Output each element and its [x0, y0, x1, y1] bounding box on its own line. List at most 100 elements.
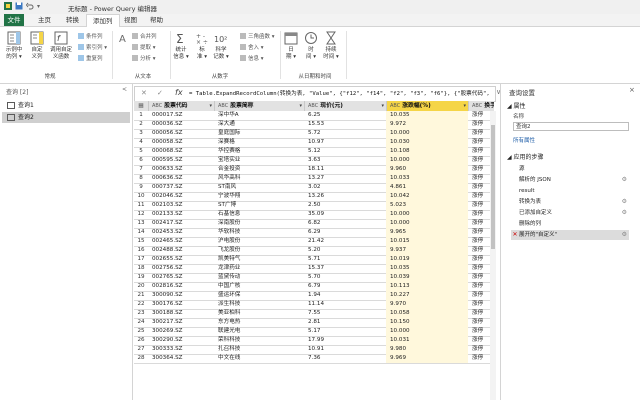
- table-cell[interactable]: 300217.SZ: [148, 318, 214, 327]
- table-cell[interactable]: 10.039: [386, 273, 468, 282]
- table-cell[interactable]: 10.031: [386, 336, 468, 345]
- table-cell[interactable]: 002133.SZ: [148, 210, 214, 219]
- table-row[interactable]: 28 300364.SZ 中文在线 7.36 9.969 涨停: [134, 354, 494, 364]
- formula-bar[interactable]: ✕ ✓ fx = Table.ExpandRecordColumn(转换为表, …: [134, 86, 496, 102]
- table-cell[interactable]: 000595.SZ: [148, 156, 214, 165]
- query-item[interactable]: 查询1: [2, 100, 130, 111]
- table-cell[interactable]: 002046.SZ: [148, 192, 214, 201]
- table-cell[interactable]: 合金投资: [214, 165, 304, 174]
- scientific-button[interactable]: 10² 科学 记数 ▾: [212, 31, 230, 61]
- table-menu-icon[interactable]: ▦: [134, 101, 148, 111]
- table-cell[interactable]: 荣科科技: [214, 336, 304, 345]
- standard-button[interactable]: + - × ÷ 标 准 ▾: [194, 31, 210, 61]
- table-cell[interactable]: 17.99: [304, 336, 386, 345]
- table-cell[interactable]: 002465.SZ: [148, 237, 214, 246]
- table-cell[interactable]: 宁波华翔: [214, 192, 304, 201]
- table-cell[interactable]: 300176.SZ: [148, 300, 214, 309]
- table-cell[interactable]: 10.97: [304, 138, 386, 147]
- column-from-examples-button[interactable]: 示例中 的列 ▾: [4, 31, 24, 61]
- table-cell[interactable]: ST广博: [214, 201, 304, 210]
- table-cell[interactable]: 9.965: [386, 228, 468, 237]
- table-cell[interactable]: 中文在线: [214, 354, 304, 363]
- tab-view[interactable]: 视图: [118, 14, 143, 26]
- table-cell[interactable]: 10.113: [386, 282, 468, 291]
- collapse-pane-icon[interactable]: <: [122, 86, 127, 93]
- table-cell[interactable]: 000056.SZ: [148, 129, 214, 138]
- table-cell[interactable]: 飞龙股份: [214, 246, 304, 255]
- table-cell[interactable]: 盛运环保: [214, 291, 304, 300]
- commit-formula-icon[interactable]: ✓: [157, 89, 163, 97]
- table-cell[interactable]: 蓝黛传动: [214, 273, 304, 282]
- column-header[interactable]: ABC 股票简称 ▾: [214, 101, 304, 111]
- table-cell[interactable]: 002103.SZ: [148, 201, 214, 210]
- table-cell[interactable]: 10.042: [386, 192, 468, 201]
- table-cell[interactable]: 10.019: [386, 255, 468, 264]
- table-cell[interactable]: 10.000: [386, 156, 468, 165]
- table-cell[interactable]: 300364.SZ: [148, 354, 214, 363]
- quick-access-dropdown-icon[interactable]: ▾: [37, 3, 40, 10]
- table-cell[interactable]: 10.91: [304, 345, 386, 354]
- table-cell[interactable]: 深赛格: [214, 138, 304, 147]
- tab-add-column[interactable]: 添加列: [86, 14, 120, 27]
- scrollbar-thumb[interactable]: [491, 125, 495, 249]
- table-cell[interactable]: 13.26: [304, 192, 386, 201]
- applied-step[interactable]: 解析的 JSON ⚙: [511, 175, 629, 185]
- table-cell[interactable]: 7.55: [304, 309, 386, 318]
- table-cell[interactable]: 6.29: [304, 228, 386, 237]
- table-cell[interactable]: 002816.SZ: [148, 282, 214, 291]
- query-item-selected[interactable]: 查询2: [2, 112, 130, 123]
- table-cell[interactable]: 10.000: [386, 219, 468, 228]
- properties-section-title[interactable]: ◢ 属性: [507, 101, 526, 110]
- formula-text[interactable]: = Table.ExpandRecordColumn(转换为表, "Value"…: [189, 89, 491, 97]
- column-filter-dropdown-icon[interactable]: ▾: [299, 101, 302, 111]
- table-cell[interactable]: 4.861: [386, 183, 468, 192]
- table-cell[interactable]: 9.969: [386, 354, 468, 363]
- table-cell[interactable]: 5.12: [304, 147, 386, 156]
- table-cell[interactable]: 000636.SZ: [148, 174, 214, 183]
- undo-icon[interactable]: [26, 2, 34, 10]
- column-header[interactable]: ABC 涨跌幅(%) ▾: [386, 101, 468, 111]
- table-cell[interactable]: 35.09: [304, 210, 386, 219]
- merge-columns-button[interactable]: 合并列: [132, 32, 157, 40]
- data-type-icon[interactable]: ABC: [218, 103, 228, 109]
- table-cell[interactable]: 6.25: [304, 111, 386, 120]
- data-type-icon[interactable]: ABC: [472, 103, 482, 109]
- step-settings-gear-icon[interactable]: ⚙: [622, 197, 627, 207]
- table-cell[interactable]: 5.023: [386, 201, 468, 210]
- table-cell[interactable]: 5.70: [304, 273, 386, 282]
- table-cell[interactable]: 000068.SZ: [148, 147, 214, 156]
- applied-step[interactable]: ✕展开的"自定义" ⚙: [511, 230, 629, 240]
- cancel-formula-icon[interactable]: ✕: [141, 89, 147, 97]
- information-button[interactable]: 信息 ▾: [240, 54, 264, 62]
- table-cell[interactable]: 000017.SZ: [148, 111, 214, 120]
- data-type-icon[interactable]: ABC: [152, 103, 162, 109]
- table-cell[interactable]: 派生科技: [214, 300, 304, 309]
- table-cell[interactable]: 10.000: [386, 129, 468, 138]
- conditional-column-button[interactable]: 条件列: [78, 32, 103, 40]
- table-cell[interactable]: 龙津药业: [214, 264, 304, 273]
- table-cell[interactable]: 002655.SZ: [148, 255, 214, 264]
- table-cell[interactable]: 15.53: [304, 120, 386, 129]
- applied-step[interactable]: 已添加自定义 ⚙: [511, 208, 629, 218]
- table-cell[interactable]: 9.937: [386, 246, 468, 255]
- table-cell[interactable]: 5.72: [304, 129, 386, 138]
- table-cell[interactable]: 2.81: [304, 318, 386, 327]
- table-cell[interactable]: 9.980: [386, 345, 468, 354]
- time-button[interactable]: 时 间 ▾: [304, 31, 318, 61]
- table-cell[interactable]: 10.108: [386, 147, 468, 156]
- table-cell[interactable]: 300333.SZ: [148, 345, 214, 354]
- duplicate-column-button[interactable]: 重复列: [78, 54, 103, 62]
- table-cell[interactable]: 10.015: [386, 237, 468, 246]
- table-cell[interactable]: 5.71: [304, 255, 386, 264]
- table-cell[interactable]: 联建光电: [214, 327, 304, 336]
- trigonometry-button[interactable]: 三角函数 ▾: [240, 32, 275, 40]
- column-filter-dropdown-icon[interactable]: ▾: [463, 101, 466, 111]
- table-cell[interactable]: 300269.SZ: [148, 327, 214, 336]
- step-settings-gear-icon[interactable]: ⚙: [622, 230, 627, 240]
- table-cell[interactable]: ST南风: [214, 183, 304, 192]
- table-cell[interactable]: 13.27: [304, 174, 386, 183]
- table-cell[interactable]: 深大通: [214, 120, 304, 129]
- applied-steps-title[interactable]: ◢ 应用的步骤: [507, 152, 544, 161]
- table-cell[interactable]: 5.17: [304, 327, 386, 336]
- column-filter-dropdown-icon[interactable]: ▾: [381, 101, 384, 111]
